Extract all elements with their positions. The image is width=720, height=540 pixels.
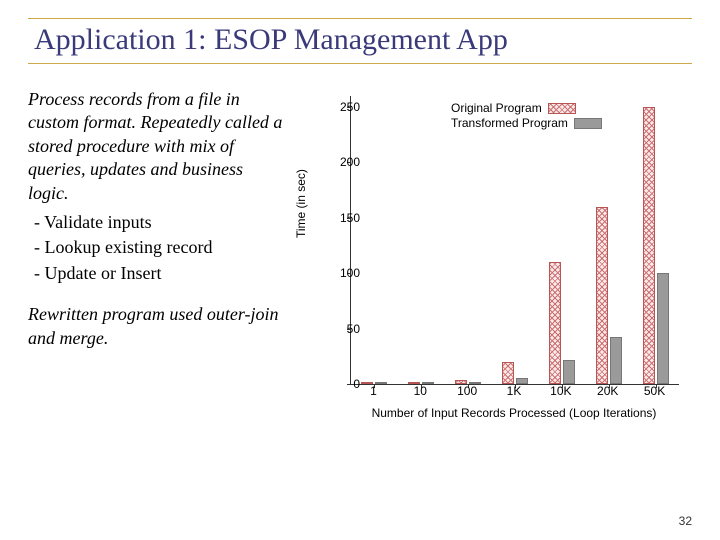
x-tick-label: 100	[457, 384, 477, 398]
y-tick-label: 50	[330, 322, 360, 336]
chart-area: Time (in sec) Number of Input Records Pr…	[292, 88, 692, 428]
left-column: Process records from a file in custom fo…	[28, 88, 284, 428]
bar-original	[549, 262, 561, 384]
y-tick-label: 150	[330, 211, 360, 225]
y-axis-label: Time (in sec)	[294, 169, 308, 238]
bar-original	[596, 207, 608, 384]
slide-title: Application 1: ESOP Management App	[34, 23, 508, 56]
legend: Original Program Transformed Program	[451, 100, 602, 131]
x-tick-label: 10K	[550, 384, 571, 398]
x-axis-label: Number of Input Records Processed (Loop …	[350, 406, 678, 420]
x-tick-label: 20K	[597, 384, 618, 398]
legend-swatch-transformed	[574, 118, 602, 129]
page-number: 32	[679, 514, 692, 528]
title-bar: Application 1: ESOP Management App	[28, 18, 692, 64]
bar-transformed	[610, 337, 622, 384]
intro-paragraph: Process records from a file in custom fo…	[28, 88, 284, 205]
bullet-item: - Validate inputs	[34, 211, 284, 234]
y-tick-label: 200	[330, 155, 360, 169]
legend-label: Original Program	[451, 101, 542, 115]
bar-transformed	[375, 382, 387, 384]
bar-chart: Time (in sec) Number of Input Records Pr…	[292, 88, 692, 428]
legend-entry-original: Original Program	[451, 101, 602, 115]
x-tick-label: 10	[414, 384, 427, 398]
legend-swatch-original	[548, 103, 576, 114]
bar-transformed	[563, 360, 575, 384]
y-tick-label: 0	[330, 377, 360, 391]
y-tick-label: 250	[330, 100, 360, 114]
bullet-list: - Validate inputs - Lookup existing reco…	[28, 211, 284, 285]
bar-original	[643, 107, 655, 384]
bullet-item: - Update or Insert	[34, 262, 284, 285]
y-tick-label: 100	[330, 266, 360, 280]
plot-region: Original Program Transformed Program	[350, 96, 679, 385]
closing-paragraph: Rewritten program used outer-join and me…	[28, 303, 284, 350]
bar-transformed	[657, 273, 669, 384]
x-tick-label: 1K	[507, 384, 522, 398]
bullet-item: - Lookup existing record	[34, 236, 284, 259]
legend-label: Transformed Program	[451, 116, 568, 130]
bar-original	[502, 362, 514, 384]
legend-entry-transformed: Transformed Program	[451, 116, 602, 130]
x-tick-label: 50K	[644, 384, 665, 398]
x-tick-label: 1	[370, 384, 377, 398]
